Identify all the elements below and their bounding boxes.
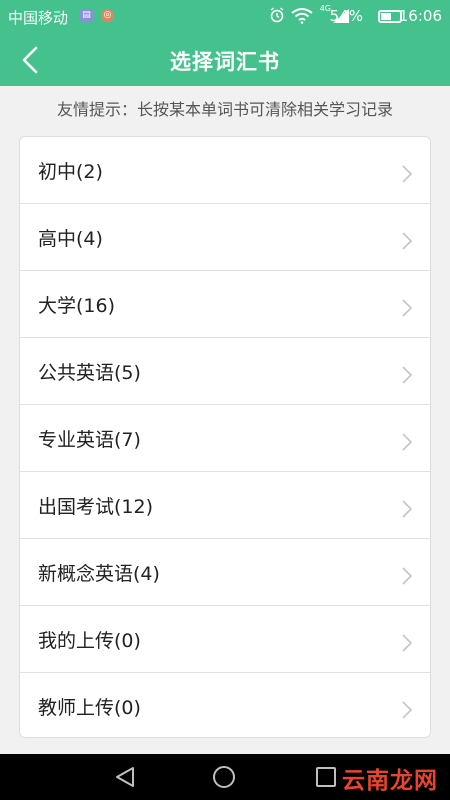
list-item-label: 初中(2) (38, 161, 103, 183)
list-item-label: 新概念英语(4) (38, 563, 160, 585)
chevron-right-icon (402, 500, 412, 518)
nav-back-icon[interactable] (113, 765, 137, 789)
carrier-label: 中国移动 (8, 9, 69, 27)
app-header: 选择词汇书 (0, 32, 450, 86)
notification-app-icon: ◎ (101, 9, 114, 22)
list-item-label: 高中(4) (38, 228, 103, 250)
list-item[interactable]: 出国考试(12) (20, 472, 430, 539)
clock: 16:06 (398, 7, 442, 25)
list-item-label: 教师上传(0) (38, 697, 141, 719)
list-item[interactable]: 初中(2) (20, 137, 430, 204)
book-list: 初中(2) 高中(4) 大学(16) 公共英语(5) 专业英语(7) 出国考试(… (19, 136, 431, 738)
chevron-right-icon (402, 232, 412, 250)
tip-text: 友情提示：长按某本单词书可清除相关学习记录 (56, 100, 393, 119)
list-item-label: 公共英语(5) (38, 362, 141, 384)
list-item[interactable]: 公共英语(5) (20, 338, 430, 405)
chevron-right-icon (402, 366, 412, 384)
nav-recent-apps-icon[interactable] (315, 765, 337, 789)
system-nav-bar: 云南龙网 (0, 754, 450, 800)
nav-home-icon[interactable] (212, 765, 236, 789)
list-item-label: 专业英语(7) (38, 429, 141, 451)
list-item[interactable]: 高中(4) (20, 204, 430, 271)
chevron-right-icon (402, 165, 412, 183)
list-item-label: 我的上传(0) (38, 630, 141, 652)
battery-level-fill (381, 13, 391, 20)
chevron-right-icon (402, 634, 412, 652)
list-item[interactable]: 大学(16) (20, 271, 430, 338)
list-item[interactable]: 新概念英语(4) (20, 539, 430, 606)
list-item-label: 大学(16) (38, 295, 116, 317)
alarm-icon (270, 7, 284, 23)
list-item[interactable]: 教师上传(0) (20, 673, 430, 737)
chevron-right-icon (402, 299, 412, 317)
battery-percent: 54% (329, 7, 363, 25)
page-title: 选择词汇书 (170, 50, 280, 74)
wifi-icon (291, 8, 313, 24)
watermark-logo: 云南龙网 (342, 768, 438, 794)
status-bar: 中国移动 ▤ ◎ 4G 54% 16:06 (0, 0, 450, 32)
list-item[interactable]: 专业英语(7) (20, 405, 430, 472)
chevron-right-icon (402, 567, 412, 585)
list-item[interactable]: 我的上传(0) (20, 606, 430, 673)
notification-app-icon: ▤ (80, 9, 93, 22)
chevron-right-icon (402, 433, 412, 451)
list-item-label: 出国考试(12) (38, 496, 154, 518)
chevron-right-icon (402, 701, 412, 719)
